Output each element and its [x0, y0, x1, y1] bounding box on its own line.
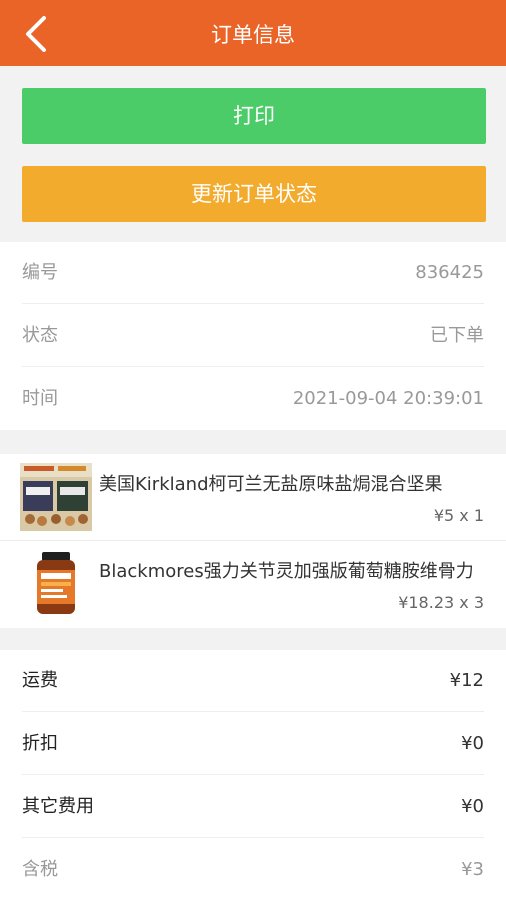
other-fees-label: 其它费用 — [22, 796, 94, 817]
order-status-row: 状态 已下单 — [22, 305, 484, 367]
order-number-row: 编号 836425 — [22, 242, 484, 304]
other-fees-row: 其它费用 ¥0 — [22, 776, 484, 838]
order-time-row: 时间 2021-09-04 20:39:01 — [22, 368, 484, 430]
product-thumbnail — [20, 550, 92, 618]
shipping-fee-label: 运费 — [22, 670, 58, 691]
tax-value: ¥3 — [461, 859, 484, 880]
order-items-list: 美国Kirkland柯可兰无盐原味盐焗混合坚果 ¥5 x 1 Blackmore… — [0, 454, 506, 628]
order-status-value: 已下单 — [430, 325, 484, 346]
app-header: 订单信息 — [0, 0, 506, 66]
update-status-button[interactable]: 更新订单状态 — [22, 166, 486, 222]
shipping-fee-row: 运费 ¥12 — [22, 650, 484, 712]
page-title: 订单信息 — [211, 23, 295, 47]
tax-label: 含税 — [22, 859, 58, 880]
order-status-label: 状态 — [22, 325, 58, 346]
shipping-fee-value: ¥12 — [449, 670, 484, 691]
list-item[interactable]: Blackmores强力关节灵加强版葡萄糖胺维骨力 ¥18.23 x 3 — [0, 541, 506, 627]
order-time-value: 2021-09-04 20:39:01 — [292, 388, 484, 409]
tax-row: 含税 ¥3 — [22, 839, 484, 900]
action-area: 打印 更新订单状态 — [0, 66, 506, 242]
order-number-value: 836425 — [415, 262, 484, 283]
product-thumbnail — [20, 463, 92, 531]
order-number-label: 编号 — [22, 262, 58, 283]
discount-value: ¥0 — [461, 733, 484, 754]
other-fees-value: ¥0 — [461, 796, 484, 817]
product-price-qty: ¥18.23 x 3 — [398, 593, 484, 612]
list-item[interactable]: 美国Kirkland柯可兰无盐原味盐焗混合坚果 ¥5 x 1 — [0, 454, 506, 541]
order-info-section: 编号 836425 状态 已下单 时间 2021-09-04 20:39:01 — [0, 242, 506, 430]
discount-row: 折扣 ¥0 — [22, 713, 484, 775]
order-time-label: 时间 — [22, 388, 58, 409]
product-name: Blackmores强力关节灵加强版葡萄糖胺维骨力 — [99, 561, 474, 582]
product-name: 美国Kirkland柯可兰无盐原味盐焗混合坚果 — [99, 474, 443, 495]
discount-label: 折扣 — [22, 733, 58, 754]
print-button[interactable]: 打印 — [22, 88, 486, 144]
fees-section: 运费 ¥12 折扣 ¥0 其它费用 ¥0 含税 ¥3 — [0, 650, 506, 900]
product-price-qty: ¥5 x 1 — [433, 506, 484, 525]
